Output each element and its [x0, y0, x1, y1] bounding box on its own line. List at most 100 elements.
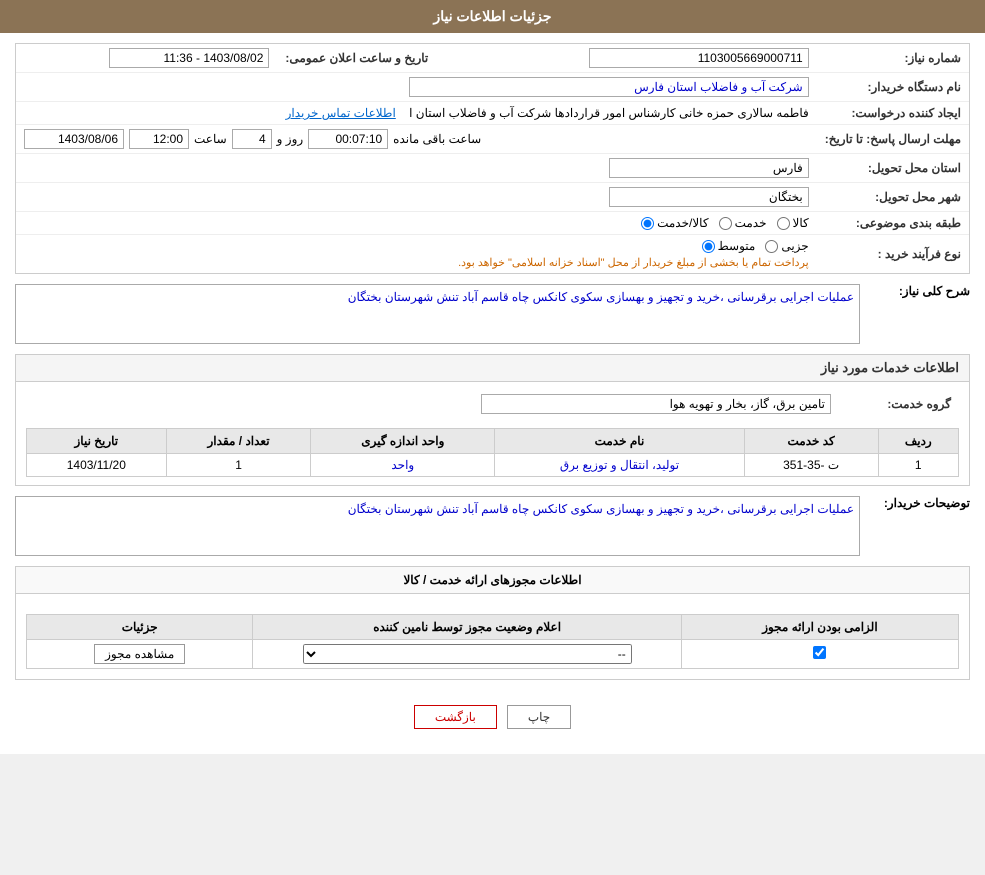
khadamat-title: اطلاعات خدمات مورد نیاز: [821, 360, 959, 375]
th-code: کد خدمت: [744, 429, 878, 454]
ostan-value: [16, 154, 817, 183]
group-value: [26, 390, 839, 418]
ijad-value: فاطمه سالاری حمزه خانی کارشناس امور قرار…: [16, 102, 817, 125]
dastgah-value: [16, 73, 817, 102]
kala-khedmat-radio[interactable]: [641, 217, 654, 230]
shahr-value: [16, 183, 817, 212]
sharh-label: شرح کلی نیاز:: [870, 284, 970, 298]
license-row: -- مشاهده مجوز: [27, 640, 959, 669]
khedmat-label: خدمت: [735, 216, 767, 230]
noee-value: جزیی متوسط پرداخت تمام یا بخشی از مبلغ خ…: [16, 235, 817, 274]
detail-cell: مشاهده مجوز: [27, 640, 253, 669]
cell-date: 1403/11/20: [27, 454, 167, 477]
tabaqe-value: کالا خدمت کالا/خدمت: [16, 212, 817, 235]
page-wrapper: جزئیات اطلاعات نیاز شماره نیاز: تاریخ و …: [0, 0, 985, 754]
page-title: جزئیات اطلاعات نیاز: [433, 8, 551, 24]
date-input[interactable]: [24, 129, 124, 149]
noee-desc: پرداخت تمام یا بخشی از مبلغ خریدار از مح…: [458, 256, 809, 269]
kala-khedmat-label: کالا/خدمت: [657, 216, 708, 230]
motavasset-radio[interactable]: [702, 240, 715, 253]
shahr-row: شهر محل تحویل:: [16, 183, 969, 212]
khadamat-header: اطلاعات خدمات مورد نیاز: [16, 355, 969, 382]
time-label: ساعت: [194, 132, 227, 146]
th-date: تاریخ نیاز: [27, 429, 167, 454]
jozee-radio[interactable]: [765, 240, 778, 253]
buyer-desc-section: توضیحات خریدار:: [15, 496, 970, 556]
page-header: جزئیات اطلاعات نیاز: [0, 0, 985, 33]
ijad-link[interactable]: اطلاعات تماس خریدار: [286, 106, 396, 120]
th-unit: واحد اندازه گیری: [311, 429, 495, 454]
th-count: تعداد / مقدار: [166, 429, 311, 454]
mohlet-label: مهلت ارسال پاسخ: تا تاریخ:: [817, 125, 969, 154]
cell-name: تولید، انتقال و توزیع برق: [495, 454, 745, 477]
cell-unit: واحد: [311, 454, 495, 477]
group-input[interactable]: [481, 394, 831, 414]
shomara-input[interactable]: [589, 48, 809, 68]
status-select[interactable]: --: [303, 644, 632, 664]
kala-radio[interactable]: [777, 217, 790, 230]
buyer-desc-textarea[interactable]: [15, 496, 860, 556]
motavasset-label: متوسط: [718, 239, 756, 253]
tabaqe-label: طبقه بندی موضوعی:: [817, 212, 969, 235]
dastgah-input[interactable]: [409, 77, 809, 97]
mohlet-value: ساعت باقی مانده روز و ساعت: [16, 125, 817, 154]
ijad-text: فاطمه سالاری حمزه خانی کارشناس امور قرار…: [409, 106, 809, 120]
khedmat-radio[interactable]: [719, 217, 732, 230]
group-label: گروه خدمت:: [839, 390, 959, 418]
services-header-row: ردیف کد خدمت نام خدمت واحد اندازه گیری ت…: [27, 429, 959, 454]
mohlet-row: مهلت ارسال پاسخ: تا تاریخ: ساعت باقی مان…: [16, 125, 969, 154]
required-cell: [681, 640, 958, 669]
remaining-input[interactable]: [308, 129, 388, 149]
info-table: شماره نیاز: تاریخ و ساعت اعلان عمومی: نا…: [16, 44, 969, 273]
view-license-button[interactable]: مشاهده مجوز: [94, 644, 185, 664]
tabaqe-row: طبقه بندی موضوعی: کالا خدمت: [16, 212, 969, 235]
noee-label: نوع فرآیند خرید :: [817, 235, 969, 274]
status-cell: --: [253, 640, 681, 669]
roz-input[interactable]: [232, 129, 272, 149]
ijad-label: ایجاد کننده درخواست:: [817, 102, 969, 125]
license-section: اطلاعات مجوزهای ارائه خدمت / کالا الزامی…: [15, 566, 970, 680]
license-section-title: اطلاعات مجوزهای ارائه خدمت / کالا: [16, 567, 969, 594]
required-checkbox[interactable]: [813, 646, 826, 659]
th-name: نام خدمت: [495, 429, 745, 454]
tarikh-input[interactable]: [109, 48, 269, 68]
shomara-row: شماره نیاز: تاریخ و ساعت اعلان عمومی:: [16, 44, 969, 73]
ostan-row: استان محل تحویل:: [16, 154, 969, 183]
ostan-input[interactable]: [609, 158, 809, 178]
footer-buttons: چاپ بازگشت: [15, 690, 970, 744]
khadamat-section: اطلاعات خدمات مورد نیاز گروه خدمت: ردیف: [15, 354, 970, 486]
ijad-row: ایجاد کننده درخواست: فاطمه سالاری حمزه خ…: [16, 102, 969, 125]
dastgah-label: نام دستگاه خریدار:: [817, 73, 969, 102]
noee-row: نوع فرآیند خرید : جزیی متوسط: [16, 235, 969, 274]
shomara-value: [466, 44, 816, 73]
time-input[interactable]: [129, 129, 189, 149]
th-required: الزامی بودن ارائه مجوز: [681, 615, 958, 640]
services-table: ردیف کد خدمت نام خدمت واحد اندازه گیری ت…: [26, 428, 959, 477]
main-content: شماره نیاز: تاریخ و ساعت اعلان عمومی: نا…: [0, 33, 985, 754]
kala-label: کالا: [793, 216, 809, 230]
shomara-label: شماره نیاز:: [817, 44, 969, 73]
license-header-row: الزامی بودن ارائه مجوز اعلام وضعیت مجوز …: [27, 615, 959, 640]
back-button[interactable]: بازگشت: [414, 705, 497, 729]
tarikh-label: تاریخ و ساعت اعلان عمومی:: [277, 44, 436, 73]
roz-label: روز و: [277, 132, 304, 146]
main-info-section: شماره نیاز: تاریخ و ساعت اعلان عمومی: نا…: [15, 43, 970, 274]
jozee-label: جزیی: [781, 239, 808, 253]
print-button[interactable]: چاپ: [507, 705, 571, 729]
shahr-label: شهر محل تحویل:: [817, 183, 969, 212]
shahr-input[interactable]: [609, 187, 809, 207]
ostan-label: استان محل تحویل:: [817, 154, 969, 183]
table-row: 1 ت -35-351 تولید، انتقال و توزیع برق وا…: [27, 454, 959, 477]
license-content: الزامی بودن ارائه مجوز اعلام وضعیت مجوز …: [16, 594, 969, 679]
buyer-desc-label: توضیحات خریدار:: [870, 496, 970, 510]
th-radif: ردیف: [878, 429, 958, 454]
license-title: اطلاعات مجوزهای ارائه خدمت / کالا: [403, 573, 581, 587]
th-status: اعلام وضعیت مجوز توسط نامین کننده: [253, 615, 681, 640]
cell-count: 1: [166, 454, 311, 477]
group-row: گروه خدمت:: [26, 390, 959, 418]
sharh-textarea[interactable]: [15, 284, 860, 344]
dastgah-row: نام دستگاه خریدار:: [16, 73, 969, 102]
license-table: الزامی بودن ارائه مجوز اعلام وضعیت مجوز …: [26, 614, 959, 669]
sharh-section: شرح کلی نیاز:: [15, 284, 970, 344]
th-detail: جزئیات: [27, 615, 253, 640]
